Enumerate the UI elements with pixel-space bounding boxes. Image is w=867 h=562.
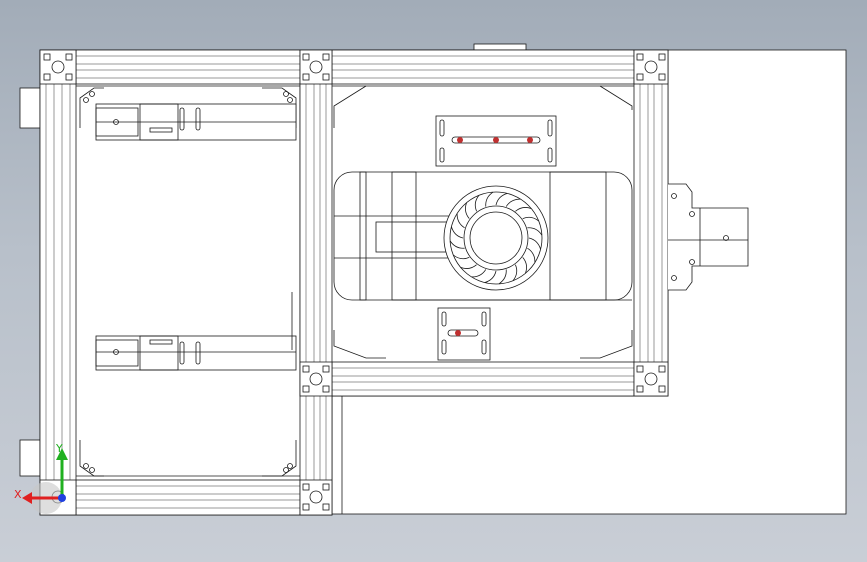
triad-y-label: Y [55,442,63,455]
right-vertical-extrusion [633,49,669,397]
assembly-drawing: X Y [14,43,847,516]
impeller [443,185,549,291]
middle-extrusion [331,361,669,397]
left-mount-bottom [19,439,41,477]
left-mount-top [19,87,41,129]
triad-x-label: X [14,488,22,501]
top-extrusion [75,49,669,85]
cad-viewport[interactable]: X Y [0,0,867,562]
center-vertical-extrusion [299,49,333,516]
top-tab [473,43,527,51]
bottom-extrusion [39,479,333,516]
